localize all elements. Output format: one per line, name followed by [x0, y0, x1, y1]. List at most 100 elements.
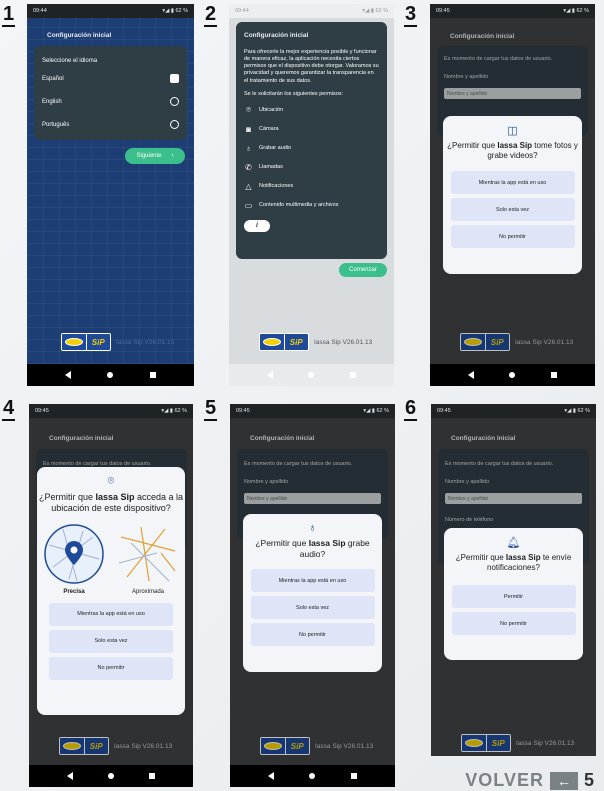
permission-audio: ♁ Grabar audio — [244, 144, 379, 153]
iassa-sip-logo: SiP — [259, 333, 309, 351]
back-icon[interactable] — [65, 371, 72, 379]
allow-while-using-button[interactable]: Mientras la app está en uso — [250, 569, 375, 593]
dialog-title: ¿Permitir que Iassa Sip grabe audio? — [255, 538, 370, 559]
phone-screen-1: 09:44 ▾◢ ▮ 62 % Configuración inicial Se… — [27, 4, 194, 386]
precise-label: Precisa — [63, 588, 85, 595]
back-icon[interactable] — [66, 772, 73, 780]
permission-label: Grabar audio — [259, 145, 292, 152]
deny-button[interactable]: No permitir — [450, 225, 575, 248]
recent-apps-icon[interactable] — [149, 773, 156, 779]
battery-level: 62 % — [376, 408, 389, 414]
start-button[interactable]: Comenzar — [339, 263, 387, 277]
allow-button[interactable]: Permitir — [451, 585, 576, 608]
camera-icon: ◙ — [246, 124, 251, 134]
status-signal: ▾◢ ▮ 62 % — [563, 8, 589, 14]
page-title: Configuración inicial — [244, 32, 309, 39]
phone-screen-3: 09:45 ▾◢ ▮ 62 % Configuración inicial Es… — [430, 4, 595, 386]
status-bar: 09:45 ▾◢ ▮ 62 % — [431, 404, 596, 418]
approximate-option[interactable]: Aproximada — [117, 523, 179, 595]
status-time: 09:44 — [235, 8, 249, 14]
home-icon[interactable] — [107, 372, 114, 378]
next-button[interactable]: Siguiente › — [125, 148, 185, 164]
phone-screen-5: 09:45 ▾◢ ▮ 62 % Configuración inicial Es… — [230, 404, 395, 787]
notifications-permission-dialog: 🔔︎ ¿Permitir que Iassa Sip te envíe noti… — [444, 528, 583, 660]
logo-text: SiP — [85, 334, 110, 350]
bell-icon: △ — [245, 181, 252, 191]
status-time: 09:44 — [33, 8, 47, 14]
permission-label: Cámara — [259, 126, 279, 133]
recent-apps-icon[interactable] — [149, 372, 156, 378]
location-icon: ⌾ — [107, 475, 115, 487]
permission-notifications: △ Notificaciones — [244, 182, 379, 191]
chevron-right-icon: › — [171, 153, 174, 159]
app-version: Iassa Sip V26.01.13 — [116, 338, 175, 346]
deny-button[interactable]: No permitir — [451, 612, 576, 635]
status-bar: 09:45 ▾◢ ▮ 62 % — [230, 404, 395, 418]
status-bar: 09:45 ▾◢ ▮ 62 % — [29, 404, 193, 418]
back-icon[interactable] — [267, 772, 274, 780]
back-navigation[interactable]: VOLVER ← 5 — [465, 770, 594, 791]
home-icon[interactable] — [308, 372, 315, 378]
home-icon[interactable] — [309, 773, 316, 779]
language-option-es[interactable]: Español — [42, 74, 179, 83]
status-signal: ▾◢ ▮ 62 % — [162, 8, 188, 14]
phone-screen-6: 09:45 ▾◢ ▮ 62 % Configuración inicial Es… — [431, 404, 596, 756]
microphone-icon: ♁ — [245, 143, 252, 153]
status-signal: ▾◢ ▮ 62 % — [363, 408, 389, 414]
radio-icon[interactable] — [170, 97, 179, 106]
language-label: Español — [42, 75, 64, 82]
permissions-panel: Configuración inicial Para ofrecerle la … — [236, 22, 387, 259]
camera-icon: ◫ — [507, 125, 518, 137]
app-logo-area: SiP Iassa Sip V26.01.13 — [61, 333, 174, 351]
permission-label: Notificaciones — [259, 183, 294, 190]
permissions-intro: Para ofrecerle la mejor experiencia posi… — [244, 49, 379, 84]
android-navbar — [229, 364, 394, 386]
recent-apps-icon[interactable] — [551, 372, 558, 378]
precise-option[interactable]: Precisa — [43, 523, 105, 595]
language-label: Português — [42, 121, 70, 128]
back-icon[interactable] — [266, 371, 273, 379]
approximate-map-icon — [118, 526, 176, 581]
allow-while-using-button[interactable]: Mientras la app está en uso — [450, 171, 575, 194]
info-button[interactable]: i — [244, 219, 270, 232]
logo-emblem — [262, 338, 281, 346]
home-icon[interactable] — [509, 372, 516, 378]
allow-while-using-button[interactable]: Mientras la app está en uso — [49, 602, 173, 626]
location-precision-options: Precisa Aproximada — [43, 523, 179, 595]
folder-icon: ▭ — [244, 200, 253, 210]
step-number-6: 6 — [404, 397, 418, 421]
deny-button[interactable]: No permitir — [49, 656, 173, 680]
bell-icon: 🔔︎ — [506, 537, 521, 549]
android-navbar — [230, 765, 395, 787]
allow-once-button[interactable]: Solo esta vez — [250, 596, 375, 620]
status-time: 09:45 — [236, 408, 250, 414]
recent-apps-icon[interactable] — [350, 372, 357, 378]
language-label: English — [42, 98, 62, 105]
audio-permission-dialog: ♁ ¿Permitir que Iassa Sip grabe audio? M… — [243, 514, 382, 672]
allow-once-button[interactable]: Solo esta vez — [49, 629, 173, 653]
back-icon[interactable] — [467, 371, 474, 379]
permission-camera: ◙ Cámara — [244, 125, 379, 134]
arrow-left-icon: ← — [549, 771, 578, 790]
recent-apps-icon[interactable] — [351, 773, 358, 779]
logo-emblem — [64, 338, 83, 346]
page-title: Configuración inicial — [47, 32, 112, 39]
language-panel: Seleccione el idioma Español English Por… — [34, 46, 187, 140]
android-navbar — [430, 364, 595, 386]
status-bar: 09:44 ▾◢ ▮ 62 % — [27, 4, 194, 18]
location-icon: ⌾ — [246, 104, 251, 114]
radio-icon[interactable] — [170, 120, 179, 129]
language-option-pt[interactable]: Português — [42, 120, 179, 129]
step-number-4: 4 — [2, 397, 16, 421]
app-logo-area: SiP Iassa Sip V26.01.13 — [259, 333, 372, 351]
language-option-en[interactable]: English — [42, 97, 179, 106]
status-bar: 09:44 ▾◢ ▮ 62 % — [229, 4, 394, 18]
battery-level: 62 % — [175, 8, 188, 14]
dialog-title: ¿Permitir que Iassa Sip acceda a la ubic… — [38, 492, 184, 514]
home-icon[interactable] — [107, 773, 114, 779]
status-signal: ▾◢ ▮ 62 % — [564, 408, 590, 414]
allow-once-button[interactable]: Solo esta vez — [450, 198, 575, 221]
status-time: 09:45 — [35, 408, 49, 414]
radio-checked-icon[interactable] — [170, 74, 179, 83]
deny-button[interactable]: No permitir — [250, 623, 375, 647]
